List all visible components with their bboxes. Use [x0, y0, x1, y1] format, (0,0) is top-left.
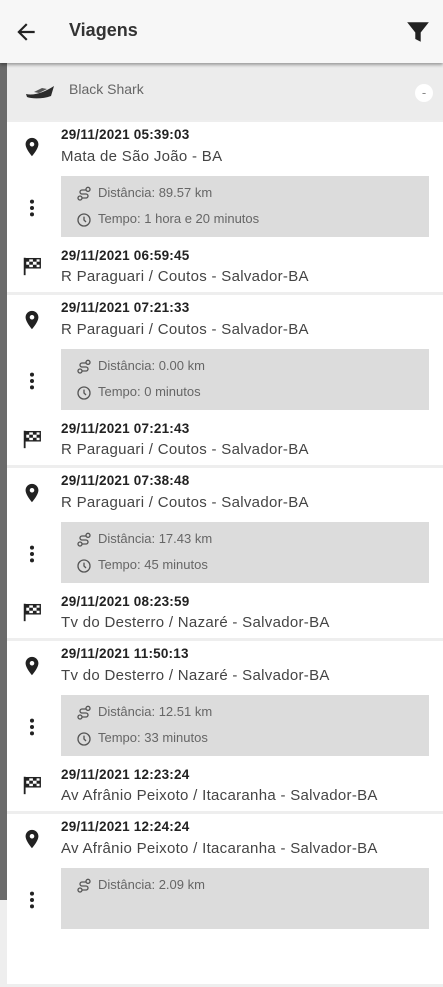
distance-text: Distância: 12.51 km: [98, 704, 213, 719]
clock-icon: [77, 213, 91, 227]
distance-row: Distância: 2.09 km: [76, 877, 205, 893]
trip-card[interactable]: 29/11/2021 07:38:48 R Paraguari / Coutos…: [7, 468, 443, 638]
more-vertical-icon[interactable]: [21, 196, 43, 220]
trip-summary: Distância: 2.09 km: [61, 868, 429, 929]
duration-text: Tempo: 0 minutos: [98, 384, 201, 399]
duration-row: Tempo: 1 hora e 20 minutos: [76, 211, 260, 227]
duration-row: Tempo: 33 minutos: [76, 730, 208, 746]
page-title: Viagens: [69, 20, 138, 40]
more-vertical-icon[interactable]: [21, 369, 43, 393]
more-vertical-icon[interactable]: [21, 542, 43, 566]
duration-row: Tempo: 45 minutos: [76, 557, 208, 573]
trip-card[interactable]: 29/11/2021 07:21:33 R Paraguari / Coutos…: [7, 295, 443, 465]
duration-text: Tempo: 33 minutos: [98, 730, 208, 745]
route-icon: [77, 705, 91, 720]
start-address: R Paraguari / Coutos - Salvador-BA: [61, 321, 309, 338]
boat-icon: [26, 86, 54, 99]
clock-icon: [77, 386, 91, 400]
route-icon: [77, 186, 91, 201]
distance-row: Distância: 89.57 km: [76, 185, 213, 201]
checkered-flag-icon: [23, 257, 41, 276]
distance-text: Distância: 2.09 km: [98, 877, 205, 892]
vehicle-header[interactable]: Black Shark -: [7, 66, 443, 120]
app-bar: Viagens: [0, 0, 443, 63]
filter-funnel-icon[interactable]: [405, 19, 431, 45]
route-icon: [77, 878, 91, 893]
checkered-flag-icon: [23, 776, 41, 795]
location-pin-icon: [25, 829, 39, 849]
end-time: 29/11/2021 07:21:43: [61, 421, 190, 436]
more-vertical-icon[interactable]: [21, 888, 43, 912]
clock-icon: [77, 559, 91, 573]
location-pin-icon: [25, 656, 39, 676]
end-address: Tv do Desterro / Nazaré - Salvador-BA: [61, 614, 330, 631]
end-address: R Paraguari / Coutos - Salvador-BA: [61, 441, 309, 458]
trip-summary: Distância: 89.57 km Tempo: 1 hora e 20 m…: [61, 176, 429, 237]
location-pin-icon: [25, 483, 39, 503]
start-address: Mata de São João - BA: [61, 148, 223, 165]
duration-text: Tempo: 1 hora e 20 minutos: [98, 211, 260, 226]
end-time: 29/11/2021 08:23:59: [61, 594, 190, 609]
trip-list: 29/11/2021 05:39:03 Mata de São João - B…: [7, 122, 443, 987]
distance-row: Distância: 0.00 km: [76, 358, 205, 374]
clock-icon: [77, 732, 91, 746]
duration-text: Tempo: 45 minutos: [98, 557, 208, 572]
route-icon: [77, 359, 91, 374]
trip-card[interactable]: 29/11/2021 12:24:24 Av Afrânio Peixoto /…: [7, 814, 443, 984]
trip-card[interactable]: 29/11/2021 05:39:03 Mata de São João - B…: [7, 122, 443, 292]
end-time: 29/11/2021 12:23:24: [61, 767, 190, 782]
start-time: 29/11/2021 05:39:03: [61, 127, 190, 142]
location-pin-icon: [25, 310, 39, 330]
start-time: 29/11/2021 12:24:24: [61, 819, 190, 834]
distance-row: Distância: 17.43 km: [76, 531, 213, 547]
distance-text: Distância: 89.57 km: [98, 185, 213, 200]
collapse-button[interactable]: -: [415, 84, 433, 102]
location-pin-icon: [25, 137, 39, 157]
distance-row: Distância: 12.51 km: [76, 704, 213, 720]
trip-summary: Distância: 0.00 km Tempo: 0 minutos: [61, 349, 429, 410]
route-icon: [77, 532, 91, 547]
timeline-rail: [0, 63, 7, 900]
more-vertical-icon[interactable]: [21, 715, 43, 739]
end-address: R Paraguari / Coutos - Salvador-BA: [61, 268, 309, 285]
end-time: 29/11/2021 06:59:45: [61, 248, 190, 263]
vehicle-name: Black Shark: [69, 81, 144, 97]
start-address: Av Afrânio Peixoto / Itacaranha - Salvad…: [61, 840, 378, 857]
start-address: R Paraguari / Coutos - Salvador-BA: [61, 494, 309, 511]
distance-text: Distância: 0.00 km: [98, 358, 205, 373]
checkered-flag-icon: [23, 603, 41, 622]
trip-summary: Distância: 17.43 km Tempo: 45 minutos: [61, 522, 429, 583]
start-address: Tv do Desterro / Nazaré - Salvador-BA: [61, 667, 330, 684]
start-time: 29/11/2021 07:21:33: [61, 300, 190, 315]
arrow-left-icon[interactable]: [12, 19, 40, 45]
trip-card[interactable]: 29/11/2021 11:50:13 Tv do Desterro / Naz…: [7, 641, 443, 811]
trip-summary: Distância: 12.51 km Tempo: 33 minutos: [61, 695, 429, 756]
end-address: Av Afrânio Peixoto / Itacaranha - Salvad…: [61, 787, 378, 804]
start-time: 29/11/2021 07:38:48: [61, 473, 190, 488]
start-time: 29/11/2021 11:50:13: [61, 646, 189, 661]
checkered-flag-icon: [23, 430, 41, 449]
distance-text: Distância: 17.43 km: [98, 531, 213, 546]
duration-row: Tempo: 0 minutos: [76, 384, 201, 400]
